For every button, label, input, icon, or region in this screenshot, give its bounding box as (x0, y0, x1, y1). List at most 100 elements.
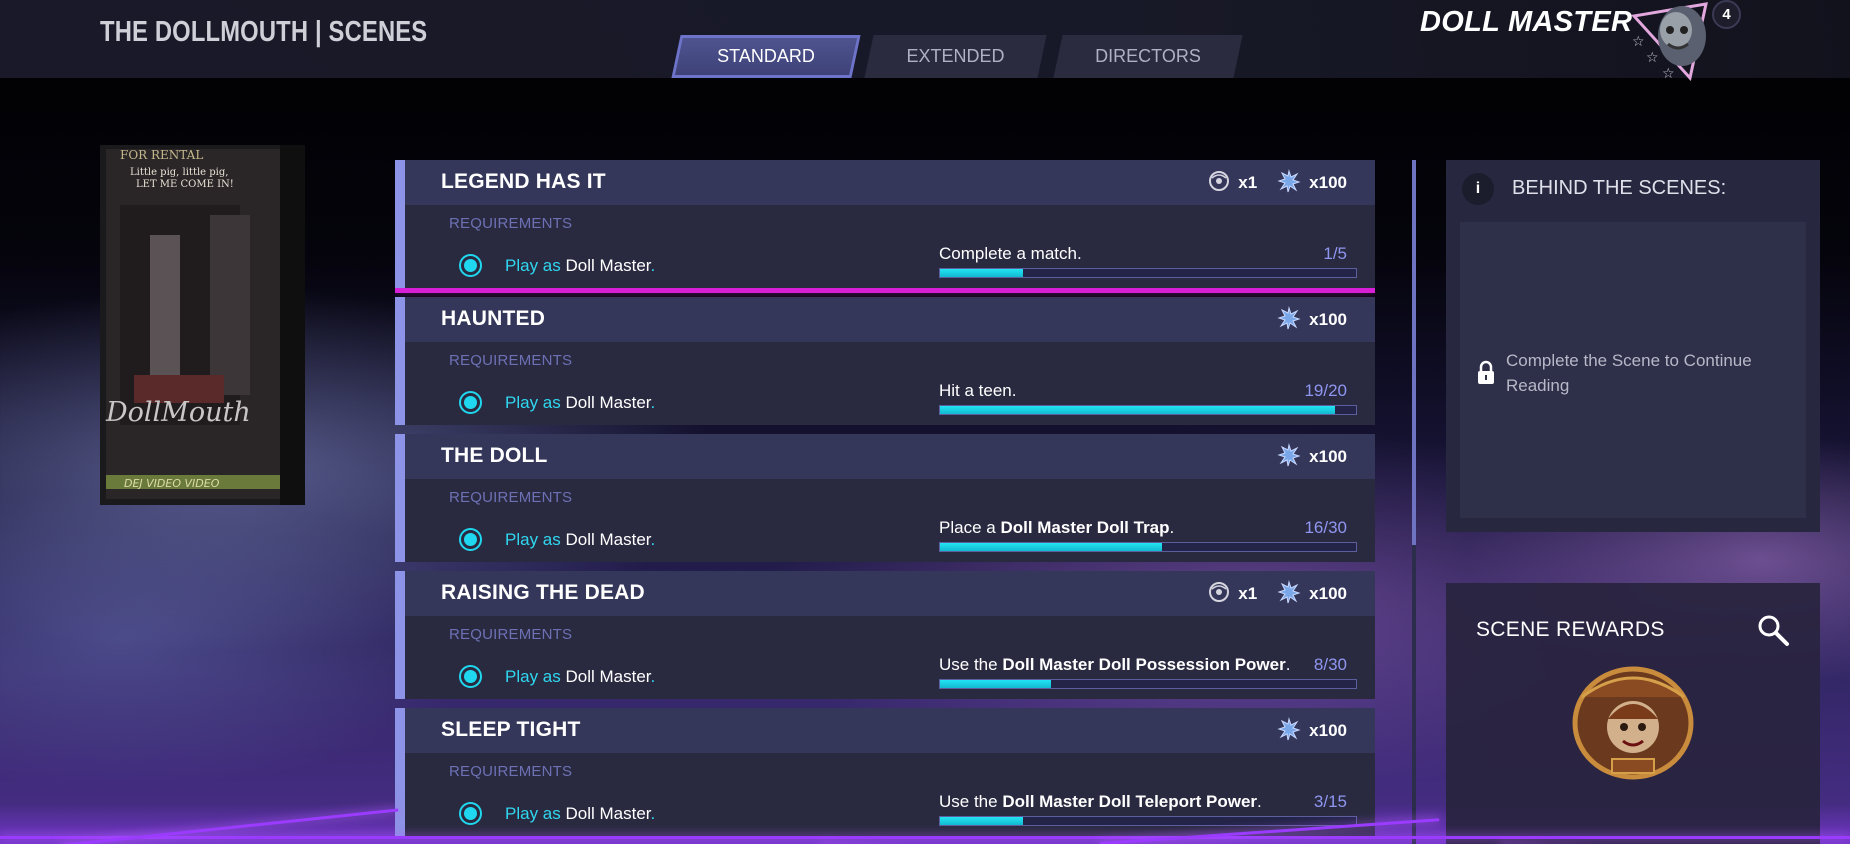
dollmouth-inn-badge-icon[interactable] (1568, 663, 1698, 781)
progress-bar (939, 405, 1357, 415)
vhs-cover-art: FOR RENTAL Little pig, little pig, LET M… (100, 145, 305, 505)
scene-title: SLEEP TIGHT (441, 718, 581, 741)
scene-card[interactable]: RAISING THE DEAD x1 x100 REQUIREMENTS Play a… (395, 571, 1375, 699)
requirement-character: Doll Master (565, 667, 651, 686)
progress-fill (940, 817, 1024, 825)
requirement-character: Doll Master (565, 256, 651, 275)
reward-item: x100 (1277, 305, 1347, 335)
xp-splat-icon (1277, 579, 1301, 609)
character-name: DOLL MASTER (1420, 6, 1633, 38)
scene-card[interactable]: LEGEND HAS IT x1 x100 REQUIREMENTS Play as D… (395, 160, 1375, 293)
scene-rewards-panel: SCENE REWARDS (1446, 583, 1820, 844)
progress-bar (939, 268, 1357, 278)
progress-fill (940, 680, 1052, 688)
locked-message: Complete the Scene to Continue Reading (1506, 351, 1752, 395)
task-prefix: Place a (939, 518, 1001, 537)
progress-fill (940, 406, 1336, 414)
task-count: 3/15 (1313, 792, 1347, 811)
task-count: 8/30 (1313, 655, 1347, 674)
scene-card[interactable]: HAUNTED x100 REQUIREMENTS Play as Doll Mast… (395, 297, 1375, 425)
tape-reel-icon (1208, 581, 1230, 608)
requirement-prefix: Play as (505, 393, 561, 412)
behind-the-scenes-title: BEHIND THE SCENES: (1512, 177, 1727, 199)
task-highlight: Doll Master Doll Teleport Power (1002, 792, 1258, 811)
scene-card[interactable]: THE DOLL x100 REQUIREMENTS Play as Doll Mas… (395, 434, 1375, 562)
scene-card[interactable]: SLEEP TIGHT x100 REQUIREMENTS Play as Doll … (395, 708, 1375, 836)
requirements-label: REQUIREMENTS (449, 626, 573, 643)
reward-count: x100 (1309, 584, 1347, 603)
tab-standard[interactable]: STANDARD (671, 35, 861, 78)
tab-standard-label: STANDARD (717, 46, 815, 66)
reward-item: x100 (1277, 716, 1347, 746)
requirement-character: Doll Master (565, 530, 651, 549)
svg-text:Little pig, little pig,: Little pig, little pig, (130, 167, 228, 178)
task-text: Place a Doll Master Doll Trap. (939, 518, 1174, 538)
tab-extended-label: EXTENDED (906, 46, 1005, 66)
requirement-character: Doll Master (565, 393, 651, 412)
requirement-prefix: Play as (505, 667, 561, 686)
scene-header: THE DOLL x100 (405, 434, 1375, 479)
requirement-prefix: Play as (505, 256, 561, 275)
requirement-radio[interactable] (459, 391, 482, 414)
requirement-prefix: Play as (505, 530, 561, 549)
requirement-radio[interactable] (459, 665, 482, 688)
requirement-suffix: . (650, 256, 656, 275)
scene-reward-list: x100 (1265, 305, 1347, 335)
scene-list[interactable]: LEGEND HAS IT x1 x100 REQUIREMENTS Play as D… (395, 160, 1375, 844)
task-count: 1/5 (1323, 244, 1347, 263)
level-badge: 4 (1712, 0, 1741, 29)
scene-rewards-title: SCENE REWARDS (1476, 618, 1665, 641)
info-icon: i (1462, 173, 1494, 205)
reward-count: x1 (1238, 173, 1258, 192)
requirement-suffix: . (650, 530, 656, 549)
behind-the-scenes-panel: i BEHIND THE SCENES: Complete the Scene … (1446, 160, 1820, 532)
svg-text:☆: ☆ (1632, 34, 1645, 50)
scene-reward-list: x100 (1265, 716, 1347, 746)
task-suffix: . (1285, 655, 1291, 674)
requirement-radio[interactable] (459, 528, 482, 551)
task-count: 16/30 (1304, 518, 1347, 537)
progress-fill (940, 543, 1162, 551)
scene-title: HAUNTED (441, 307, 546, 330)
task-prefix: Use the (939, 792, 1003, 811)
task-highlight: Doll Master Doll Trap (1000, 518, 1170, 537)
reward-count: x1 (1238, 584, 1258, 603)
requirement-radio[interactable] (459, 254, 482, 277)
reward-item: x1 (1208, 170, 1257, 197)
requirement-radio[interactable] (459, 802, 482, 825)
task-text: Hit a teen. (939, 381, 1017, 401)
reward-count: x100 (1309, 721, 1347, 740)
scene-title: THE DOLL (441, 444, 548, 467)
svg-text:☆: ☆ (1662, 66, 1675, 82)
scrollbar-thumb[interactable] (1412, 160, 1416, 545)
vhs-title: DollMouth (105, 397, 251, 428)
tab-directors[interactable]: DIRECTORS (1053, 35, 1243, 78)
svg-text:☆: ☆ (1646, 50, 1659, 66)
requirement-text: Play as Doll Master. (505, 393, 655, 413)
scene-header: RAISING THE DEAD x1 x100 (405, 571, 1375, 616)
reward-item: x100 (1277, 579, 1347, 609)
requirement-text: Play as Doll Master. (505, 667, 655, 687)
scene-header: SLEEP TIGHT x100 (405, 708, 1375, 753)
requirements-label: REQUIREMENTS (449, 215, 573, 232)
task-suffix: . (1169, 518, 1175, 537)
task-text: Complete a match. (939, 244, 1082, 264)
reward-item: x100 (1277, 442, 1347, 472)
tab-directors-label: DIRECTORS (1095, 46, 1201, 66)
progress-bar (939, 542, 1357, 552)
scene-header: LEGEND HAS IT x1 x100 (405, 160, 1375, 205)
vhs-sticker: FOR RENTAL (120, 148, 203, 162)
behind-the-scenes-body: Complete the Scene to Continue Reading (1460, 222, 1806, 518)
scene-title: RAISING THE DEAD (441, 581, 645, 604)
requirement-text: Play as Doll Master. (505, 530, 655, 550)
search-icon[interactable] (1756, 613, 1790, 647)
reward-item: x1 (1208, 581, 1257, 608)
requirement-prefix: Play as (505, 804, 561, 823)
xp-splat-icon (1277, 442, 1301, 472)
tab-extended[interactable]: EXTENDED (864, 35, 1047, 78)
progress-bar (939, 816, 1357, 826)
lock-icon (1478, 360, 1494, 384)
vhs-footer: DEJ VIDEO VIDEO (124, 477, 220, 490)
task-text: Use the Doll Master Doll Teleport Power. (939, 792, 1262, 812)
requirement-suffix: . (650, 804, 656, 823)
